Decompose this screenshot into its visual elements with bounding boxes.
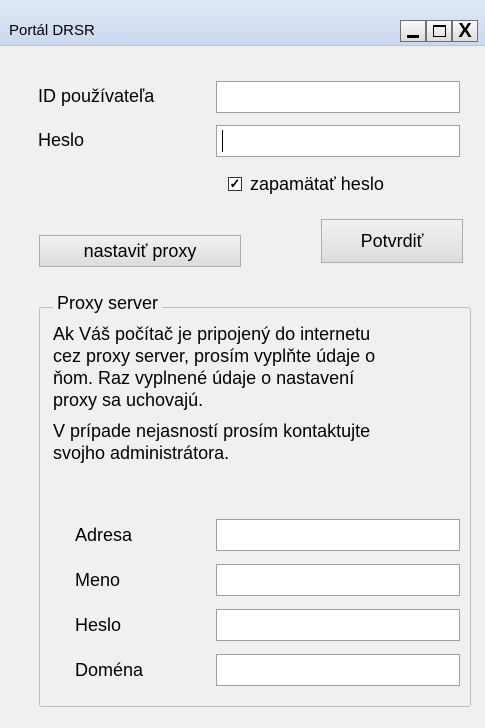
proxy-address-input[interactable] [216, 519, 460, 551]
confirm-button[interactable]: Potvrdiť [321, 219, 463, 263]
close-icon: X [458, 19, 472, 42]
proxy-info-line: proxy sa uchovajú. [53, 390, 204, 410]
proxy-contact-line: V prípade nejasností prosím kontaktujte [53, 421, 371, 441]
checkmark-icon: ✓ [229, 176, 241, 191]
maximize-icon [432, 25, 446, 37]
proxy-password-label: Heslo [75, 615, 122, 635]
user-id-input[interactable] [216, 81, 460, 113]
proxy-contact-text: V prípade nejasností prosím kontaktujte … [53, 420, 370, 464]
proxy-contact-line: svojho administrátora. [53, 443, 230, 463]
minimize-icon [407, 34, 419, 38]
proxy-server-group-title: Proxy server [53, 293, 163, 314]
password-label: Heslo [38, 130, 85, 150]
minimize-button[interactable] [400, 20, 426, 42]
user-id-label: ID používateľa [38, 86, 155, 106]
proxy-name-input[interactable] [216, 564, 460, 596]
proxy-info-line: ňom. Raz vyplnené údaje o nastavení [53, 368, 355, 388]
proxy-name-label: Meno [75, 570, 121, 590]
set-proxy-button[interactable]: nastaviť proxy [39, 235, 241, 267]
window-title: Portál DRSR [9, 22, 95, 39]
proxy-address-label: Adresa [75, 525, 133, 545]
proxy-password-input[interactable] [216, 609, 460, 641]
proxy-info-line: Ak Váš počítač je pripojený do internetu [53, 324, 371, 344]
text-caret [222, 130, 223, 152]
remember-password-checkbox[interactable]: ✓ [228, 177, 242, 191]
proxy-info-line: cez proxy server, prosím vyplňte údaje o [53, 346, 376, 366]
remember-password-label[interactable]: zapamätať heslo [250, 174, 384, 195]
dialog-window: Portál DRSR X ID používateľa Heslo ✓ zap… [0, 0, 485, 728]
maximize-button[interactable] [426, 20, 452, 42]
title-bar[interactable]: Portál DRSR X [0, 0, 485, 46]
proxy-info-text: Ak Váš počítač je pripojený do internetu… [53, 323, 375, 411]
password-input[interactable] [216, 125, 460, 157]
proxy-domain-input[interactable] [216, 654, 460, 686]
proxy-domain-label: Doména [75, 660, 144, 680]
close-button[interactable]: X [452, 20, 478, 42]
